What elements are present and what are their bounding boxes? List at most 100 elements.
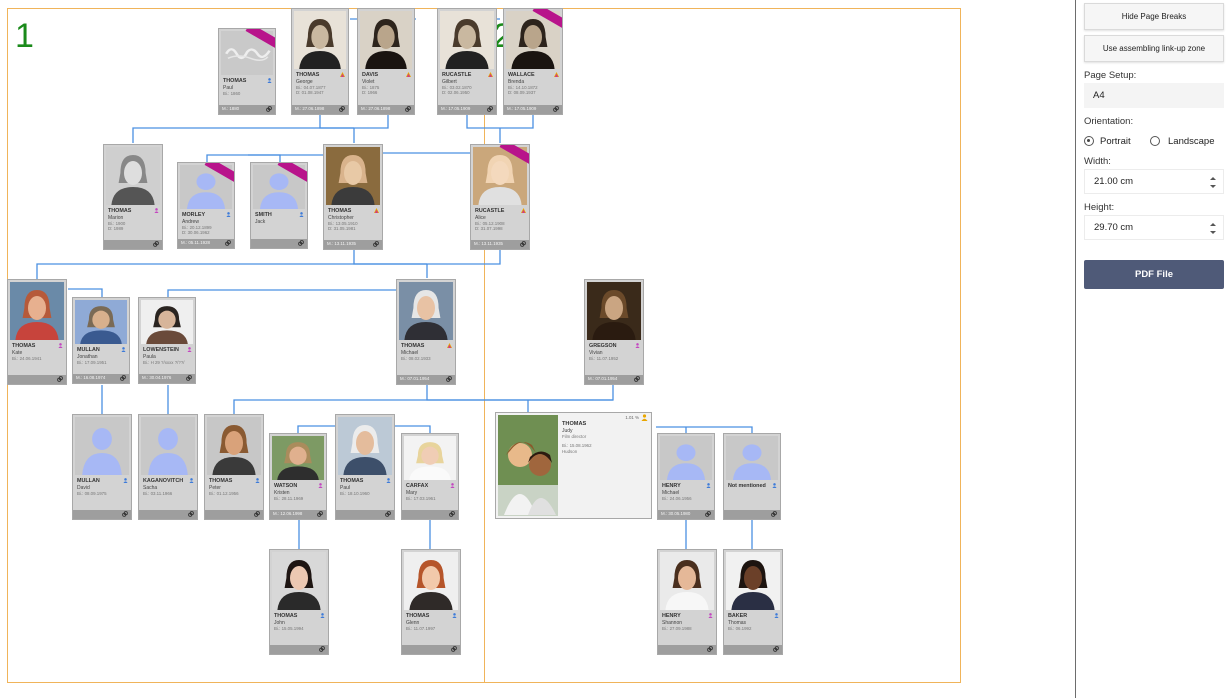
person-surname: RUCASTLE: [475, 208, 505, 214]
link-icon[interactable]: [553, 106, 559, 112]
height-spinner-icon[interactable]: [1209, 220, 1217, 237]
person-card[interactable]: KAGANOVITCH Sacha Bi.: 03.11.1966: [138, 414, 198, 520]
person-date: Bi.: 18.10.1960: [340, 491, 370, 496]
person-card[interactable]: BAKER Thomas Bi.: 06.1992: [723, 549, 783, 655]
person-card-footer: M.: 1880: [219, 105, 275, 114]
focus-person-card[interactable]: THOMAS Judy Film director Bi.: 15.08.196…: [495, 412, 652, 519]
link-icon[interactable]: [446, 376, 452, 382]
person-card[interactable]: MULLAN Jonathan Bi.: 17.09.1951 M.: 16.08.1…: [72, 297, 130, 384]
height-input[interactable]: 29.70 cm: [1084, 215, 1224, 240]
link-icon[interactable]: [773, 646, 779, 652]
person-date: D: 1966: [362, 90, 378, 96]
landscape-radio[interactable]: [1150, 136, 1160, 146]
landscape-radio-label[interactable]: Landscape: [1168, 136, 1214, 147]
person-date: Bi.: 11.07.1952: [589, 356, 619, 361]
person-card[interactable]: THOMAS John Bi.: 15.05.1994: [269, 549, 329, 655]
link-icon[interactable]: [707, 646, 713, 652]
person-info: THOMAS Marion Bi.: 1900 D: 1989: [106, 206, 160, 239]
link-icon[interactable]: [634, 376, 640, 382]
person-card[interactable]: THOMAS Peter Bi.: 01.12.1956: [204, 414, 264, 520]
person-card[interactable]: THOMAS George Bi.: 04.07.1877 D: 01.08.1947…: [291, 8, 349, 115]
assembling-link-up-zone-button[interactable]: Use assembling link-up zone: [1084, 35, 1224, 62]
person-card[interactable]: MORLEY Andrew Bi.: 20.12.1899 D: 30.06.1962…: [177, 162, 235, 249]
person-card[interactable]: RUCASTLE Gilbert Bi.: 03.02.1870 D: 02.06.1…: [437, 8, 497, 115]
link-icon[interactable]: [266, 106, 272, 112]
person-date: Bi.: 08.02.1933: [401, 356, 431, 361]
person-card[interactable]: SMITH Jack: [250, 162, 308, 249]
width-input[interactable]: 21.00 cm: [1084, 169, 1224, 194]
person-card[interactable]: GREGSON Vivian Bi.: 11.07.1952 M.: 07.01.19…: [584, 279, 644, 385]
person-date: D: 01.08.1947: [296, 90, 324, 96]
person-card-footer: [402, 645, 460, 654]
link-icon[interactable]: [451, 646, 457, 652]
person-photo: [440, 11, 494, 69]
link-icon[interactable]: [705, 511, 711, 517]
link-icon[interactable]: [122, 511, 128, 517]
link-icon[interactable]: [520, 241, 526, 247]
person-info: RUCASTLE Alice Bi.: 05.12.1908 D: 31.07.199…: [473, 206, 527, 239]
person-surname: THOMAS: [209, 478, 233, 484]
gender-icon: [226, 212, 231, 217]
page-setup-select[interactable]: A4: [1084, 83, 1224, 108]
person-card-footer: [336, 510, 394, 519]
person-info: THOMAS George Bi.: 04.07.1877 D: 01.08.1947: [294, 70, 346, 104]
person-card[interactable]: HENRY Michael Bi.: 24.06.1956 M.: 30.05.198…: [657, 433, 715, 520]
link-icon[interactable]: [405, 106, 411, 112]
portrait-radio[interactable]: [1084, 136, 1094, 146]
link-icon[interactable]: [339, 106, 345, 112]
link-icon[interactable]: [120, 375, 126, 381]
portrait-radio-label[interactable]: Portrait: [1100, 136, 1131, 147]
person-photo: [207, 417, 261, 475]
link-icon[interactable]: [771, 511, 777, 517]
marriage-date: M.: 12.06.1998: [273, 511, 303, 516]
link-icon[interactable]: [319, 646, 325, 652]
link-icon[interactable]: [254, 511, 260, 517]
family-tree-canvas[interactable]: 1 2: [0, 0, 1075, 698]
marriage-date: M.: 17.05.1909: [441, 106, 471, 111]
link-icon[interactable]: [186, 375, 192, 381]
hide-page-breaks-button[interactable]: Hide Page Breaks: [1084, 3, 1224, 30]
link-icon[interactable]: [57, 376, 63, 382]
pdf-file-button[interactable]: PDF File: [1084, 260, 1224, 289]
person-card[interactable]: WATSON Kristen Bi.: 28.11.1969 M.: 12.06.19…: [269, 433, 327, 520]
marriage-date: M.: 27.06.1898: [295, 106, 325, 111]
person-card[interactable]: THOMAS Kate Bi.: 24.06.1941: [7, 279, 67, 385]
person-card[interactable]: HENRY Shannon Bi.: 27.09.1988: [657, 549, 717, 655]
person-card[interactable]: THOMAS Marion Bi.: 1900 D: 1989: [103, 144, 163, 250]
link-icon[interactable]: [487, 106, 493, 112]
person-info: LOWENSTEIN Paula Bi.: H 29 ?/xxxx ?/??/: [141, 345, 193, 373]
gender-icon: [189, 478, 194, 483]
person-card[interactable]: DAVIS Violet Bi.: 1875 D: 1966 M.: 27.06.189…: [357, 8, 415, 115]
print-settings-sidebar: Hide Page Breaks Use assembling link-up …: [1075, 0, 1227, 698]
link-icon[interactable]: [449, 511, 455, 517]
link-icon[interactable]: [153, 241, 159, 247]
person-card[interactable]: THOMAS Paul Bi.: 18.10.1960: [335, 414, 395, 520]
link-icon[interactable]: [317, 511, 323, 517]
link-icon[interactable]: [385, 511, 391, 517]
person-card[interactable]: THOMAS Michael Bi.: 08.02.1933 M.: 07.01.19…: [396, 279, 456, 385]
person-card[interactable]: THOMAS Paul Bi.: 1860 M.: 1880: [218, 28, 276, 115]
person-surname: THOMAS: [328, 208, 352, 214]
height-label: Height:: [1084, 202, 1115, 213]
link-icon[interactable]: [225, 240, 231, 246]
width-label: Width:: [1084, 156, 1111, 167]
link-icon[interactable]: [373, 241, 379, 247]
person-card-footer: [724, 510, 780, 519]
width-spinner-icon[interactable]: [1209, 174, 1217, 191]
person-card[interactable]: LOWENSTEIN Paula Bi.: H 29 ?/xxxx ?/??/ M.:…: [138, 297, 196, 384]
person-date: D: 02.06.1950: [442, 90, 470, 96]
person-photo: [75, 300, 127, 344]
person-surname: MORLEY: [182, 212, 206, 218]
person-card[interactable]: MULLAN David Bi.: 08.09.1975: [72, 414, 132, 520]
person-card[interactable]: THOMAS Glenn Bi.: 11.07.1997: [401, 549, 461, 655]
person-card[interactable]: CARFAX Mary Bi.: 17.03.1961: [401, 433, 459, 520]
person-card[interactable]: Not mentioned: [723, 433, 781, 520]
person-card[interactable]: WALLACE Brenda Bi.: 14.10.1872 D: 08.09.193…: [503, 8, 563, 115]
person-info: THOMAS Michael Bi.: 08.02.1933: [399, 341, 453, 374]
person-card-footer: [73, 510, 131, 519]
link-icon[interactable]: [298, 240, 304, 246]
gender-icon: [386, 478, 391, 483]
link-icon[interactable]: [188, 511, 194, 517]
person-card[interactable]: THOMAS Christopher Bi.: 13.05.1910 D: 31.05…: [323, 144, 383, 250]
person-card[interactable]: RUCASTLE Alice Bi.: 05.12.1908 D: 31.07.199…: [470, 144, 530, 250]
